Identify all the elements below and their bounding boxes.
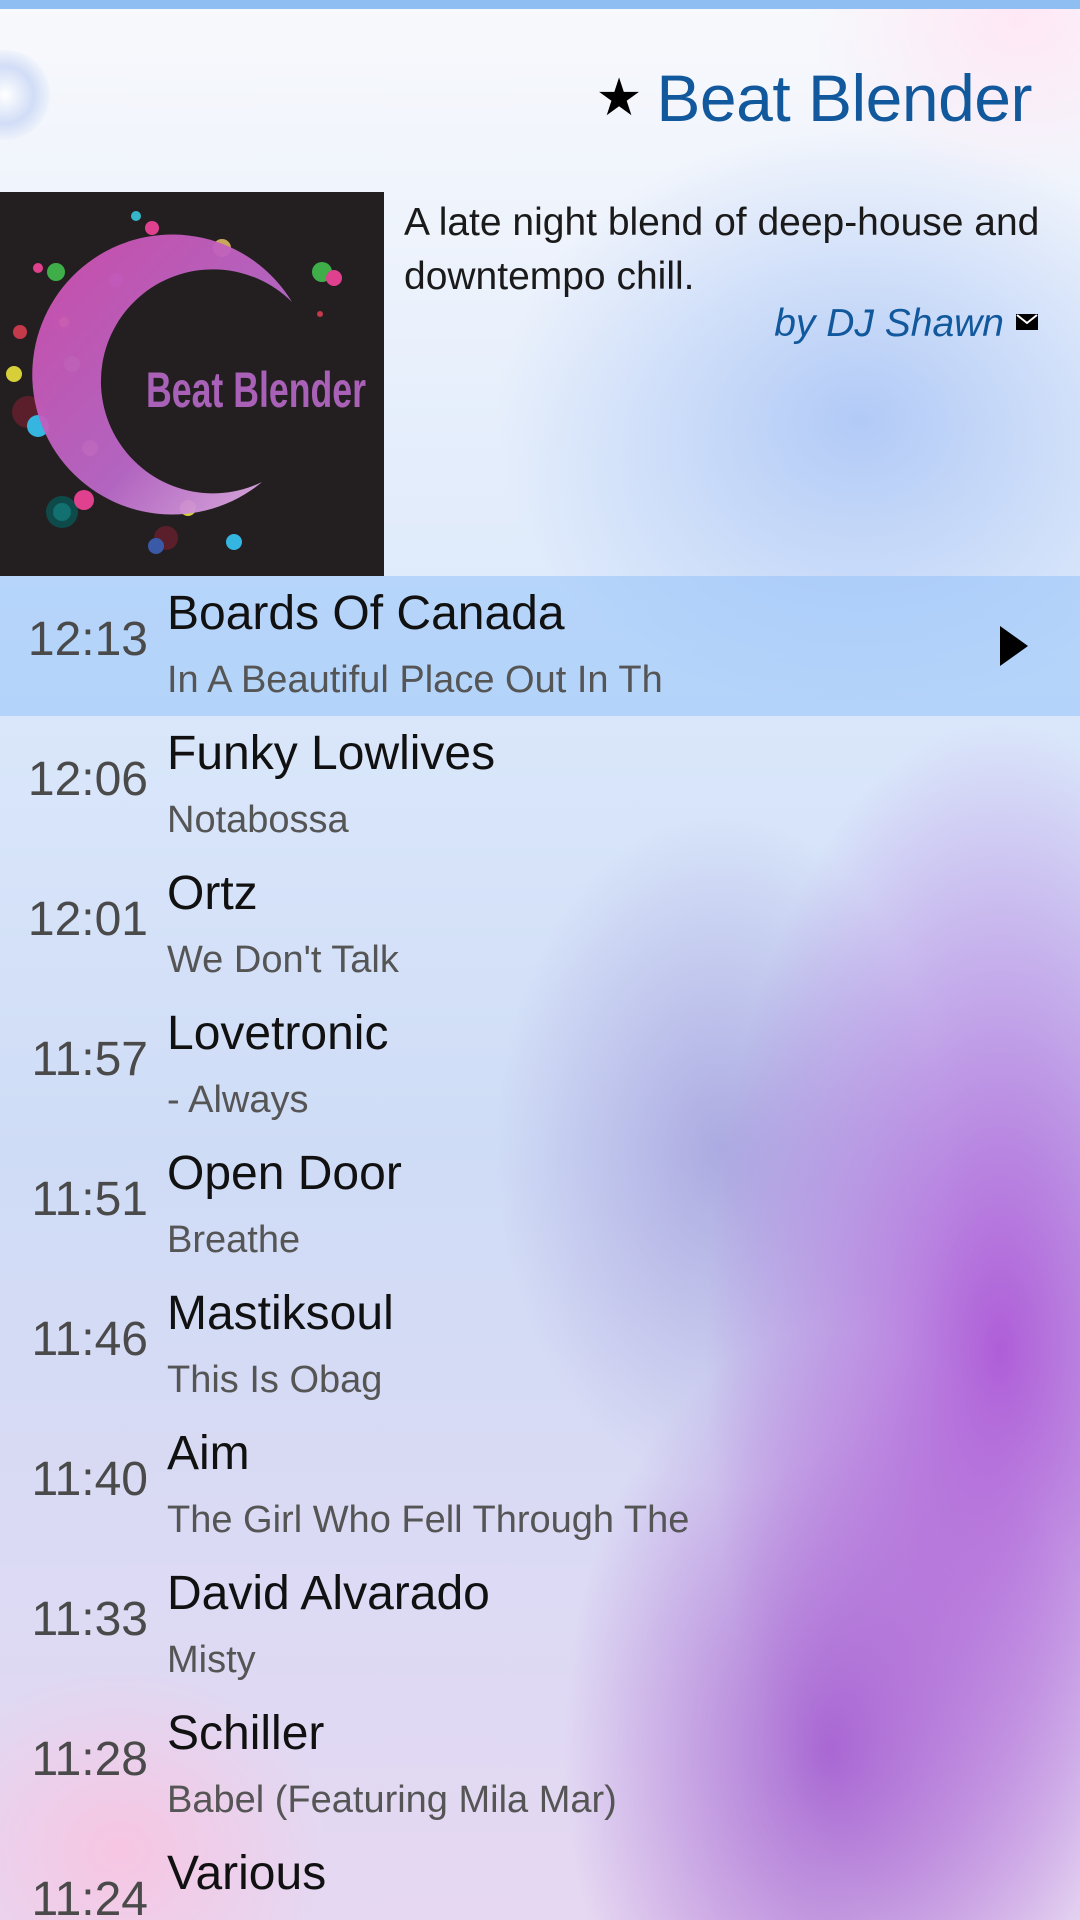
play-icon[interactable]: [1000, 626, 1028, 666]
cover-dot: [13, 325, 27, 339]
track-artist: Boards Of Canada: [167, 587, 565, 640]
track-artist: Open Door: [167, 1147, 402, 1200]
track-time: 12:13: [27, 613, 148, 666]
top-bar: [0, 0, 1080, 9]
track-artist: Lovetronic: [167, 1007, 389, 1060]
page-title: Beat Blender: [656, 61, 1032, 135]
track-time: 11:51: [31, 1173, 148, 1226]
album-description: A late night blend of deep-house and dow…: [404, 201, 1040, 298]
track-title: We Don't Talk: [167, 939, 399, 981]
track-time: 11:57: [31, 1033, 148, 1086]
playlist-row[interactable]: 11:28 Schiller Babel (Featuring Mila Mar): [0, 1696, 1080, 1836]
album-cover: Beat Blender: [0, 192, 384, 576]
track-artist: David Alvarado: [167, 1567, 490, 1620]
cover-dot: [317, 311, 323, 317]
track-title: Babel (Featuring Mila Mar): [167, 1779, 617, 1821]
track-time: 12:01: [27, 893, 148, 946]
playlist-row[interactable]: 12:01 Ortz We Don't Talk: [0, 856, 1080, 996]
cover-dot: [53, 503, 71, 521]
playlist-row[interactable]: 11:51 Open Door Breathe: [0, 1136, 1080, 1276]
track-time: 12:06: [27, 753, 148, 806]
cover-dot: [145, 221, 159, 235]
track-time: 11:33: [31, 1593, 148, 1646]
album-cover-art: Beat Blender: [6, 211, 366, 554]
track-time: 11:40: [31, 1453, 148, 1506]
cover-dot: [148, 538, 164, 554]
track-title: This Is Obag: [167, 1359, 383, 1401]
playlist-row[interactable]: 11:24 Various: [0, 1836, 1080, 1920]
byline[interactable]: by DJ Shawn: [774, 302, 1038, 346]
cover-dot: [131, 211, 141, 221]
playlist-row[interactable]: 11:57 Lovetronic - Always: [0, 996, 1080, 1136]
cover-title: Beat Blender: [146, 363, 366, 419]
track-time: 11:46: [31, 1313, 148, 1366]
playlist-row[interactable]: 11:40 Aim The Girl Who Fell Through The: [0, 1416, 1080, 1556]
track-title: - Always: [167, 1079, 309, 1121]
cover-dot: [226, 534, 242, 550]
track-artist: Ortz: [167, 867, 258, 920]
track-artist: Funky Lowlives: [167, 727, 496, 780]
track-title: In A Beautiful Place Out In Th: [167, 659, 663, 701]
author-link[interactable]: by DJ Shawn: [774, 302, 1004, 346]
star-icon[interactable]: ★: [596, 72, 643, 124]
track-artist: Schiller: [167, 1707, 325, 1760]
track-title: Misty: [167, 1639, 256, 1681]
cover-dot: [74, 490, 94, 510]
mail-icon[interactable]: [1016, 313, 1038, 335]
playlist-row[interactable]: 11:46 Mastiksoul This Is Obag: [0, 1276, 1080, 1416]
track-title: Notabossa: [167, 799, 349, 841]
playlist: 12:13 Boards Of Canada In A Beautiful Plac…: [0, 576, 1080, 1920]
playlist-row[interactable]: 12:06 Funky Lowlives Notabossa: [0, 716, 1080, 856]
playlist-row[interactable]: 12:13 Boards Of Canada In A Beautiful Plac…: [0, 576, 1080, 716]
track-title: Breathe: [167, 1219, 301, 1261]
cover-dot: [47, 263, 65, 281]
header: ★ Beat Blender: [596, 58, 1033, 138]
track-artist: Various: [167, 1847, 327, 1900]
track-artist: Aim: [167, 1427, 250, 1480]
track-title: The Girl Who Fell Through The: [167, 1499, 690, 1541]
playlist-row[interactable]: 11:33 David Alvarado Misty: [0, 1556, 1080, 1696]
cover-dot: [33, 263, 43, 273]
track-time: 11:24: [31, 1873, 148, 1920]
cover-dot: [326, 270, 342, 286]
track-artist: Mastiksoul: [167, 1287, 394, 1340]
cover-dot: [6, 366, 22, 382]
track-time: 11:28: [31, 1733, 148, 1786]
